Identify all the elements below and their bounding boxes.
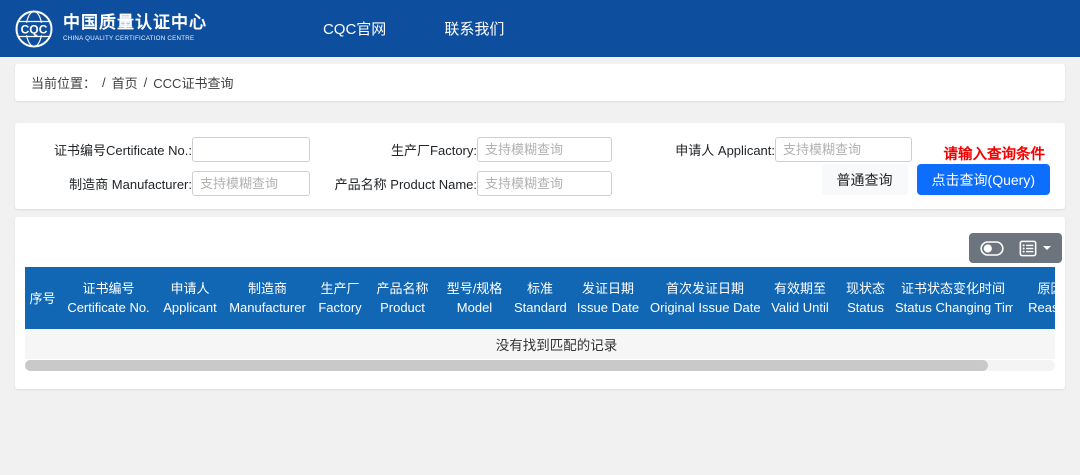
nav-item-cqc-site[interactable]: CQC官网 [323,18,386,39]
table-header-row: 序号 证书编号Certificate No. 申请人Applicant 制造商M… [25,267,1055,329]
cqc-logo[interactable]: CQC 中国质量认证中心 CHINA QUALITY CERTIFICATION… [14,9,275,49]
product-name-label: 产品名称 Product Name: [310,174,477,193]
top-header-bar: CQC 中国质量认证中心 CHINA QUALITY CERTIFICATION… [0,0,1080,57]
col-valid-until: 有效期至Valid Until [762,267,838,329]
col-manufacturer: 制造商Manufacturer [223,267,312,329]
breadcrumb-current-page: CCC证书查询 [153,73,233,92]
applicant-label: 申请人 Applicant: [612,140,775,159]
horizontal-scrollbar-thumb[interactable] [25,360,988,371]
search-form-panel: 证书编号Certificate No.: 生产厂Factory: 申请人 App… [15,123,1065,209]
breadcrumb-separator: / [144,75,148,90]
no-records-message: 没有找到匹配的记录 [25,329,1055,359]
results-table: 序号 证书编号Certificate No. 申请人Applicant 制造商M… [25,267,1055,359]
certificate-no-label: 证书编号Certificate No.: [15,140,192,159]
nav-item-contact-us[interactable]: 联系我们 [444,18,504,39]
col-factory: 生产厂Factory [312,267,368,329]
columns-icon [1019,240,1037,257]
toggle-view-icon [980,240,1004,257]
normal-query-button[interactable]: 普通查询 [822,164,908,195]
logo-title-en: CHINA QUALITY CERTIFICATION CENTRE [63,35,194,42]
manufacturer-input[interactable] [192,171,310,196]
caret-down-icon [1043,246,1051,250]
breadcrumb: 当前位置： / 首页 / CCC证书查询 [15,64,1065,101]
col-issue-date: 发证日期Issue Date [568,267,648,329]
col-model: 型号/规格Model [437,267,512,329]
results-panel: 序号 证书编号Certificate No. 申请人Applicant 制造商M… [15,217,1065,389]
col-standard: 标准Standard [512,267,568,329]
toggle-view-button[interactable] [980,240,1004,257]
factory-input[interactable] [477,137,612,162]
breadcrumb-home-link[interactable]: 首页 [112,73,138,92]
logo-title-zh: 中国质量认证中心 [63,13,275,33]
results-table-wrapper: 序号 证书编号Certificate No. 申请人Applicant 制造商M… [25,267,1055,359]
col-reason: 原因Reason [1013,267,1055,329]
top-nav: CQC官网 联系我们 [323,18,562,39]
col-applicant: 申请人Applicant [157,267,223,329]
product-name-input[interactable] [477,171,612,196]
manufacturer-label: 制造商 Manufacturer: [15,174,192,193]
col-index: 序号 [25,267,60,329]
factory-label: 生产厂Factory: [310,140,477,159]
horizontal-scrollbar [25,360,1055,371]
col-product: 产品名称Product [368,267,437,329]
col-status-changing-time: 证书状态变化时间Status Changing Time [893,267,1013,329]
certificate-no-input[interactable] [192,137,310,162]
globe-icon: CQC [14,9,54,49]
query-hint-text: 请输入查询条件 [944,143,1046,164]
columns-dropdown-button[interactable] [1019,240,1051,257]
col-certificate-no: 证书编号Certificate No. [60,267,157,329]
table-toolbar [969,233,1062,263]
breadcrumb-separator: / [102,75,106,90]
applicant-input[interactable] [775,137,912,162]
col-original-issue-date: 首次发证日期Original Issue Date [648,267,762,329]
breadcrumb-prefix: 当前位置： [31,73,96,92]
svg-text:CQC: CQC [21,22,48,36]
empty-row: 没有找到匹配的记录 [25,329,1055,359]
col-status: 现状态Status [838,267,893,329]
query-button[interactable]: 点击查询(Query) [917,164,1050,195]
